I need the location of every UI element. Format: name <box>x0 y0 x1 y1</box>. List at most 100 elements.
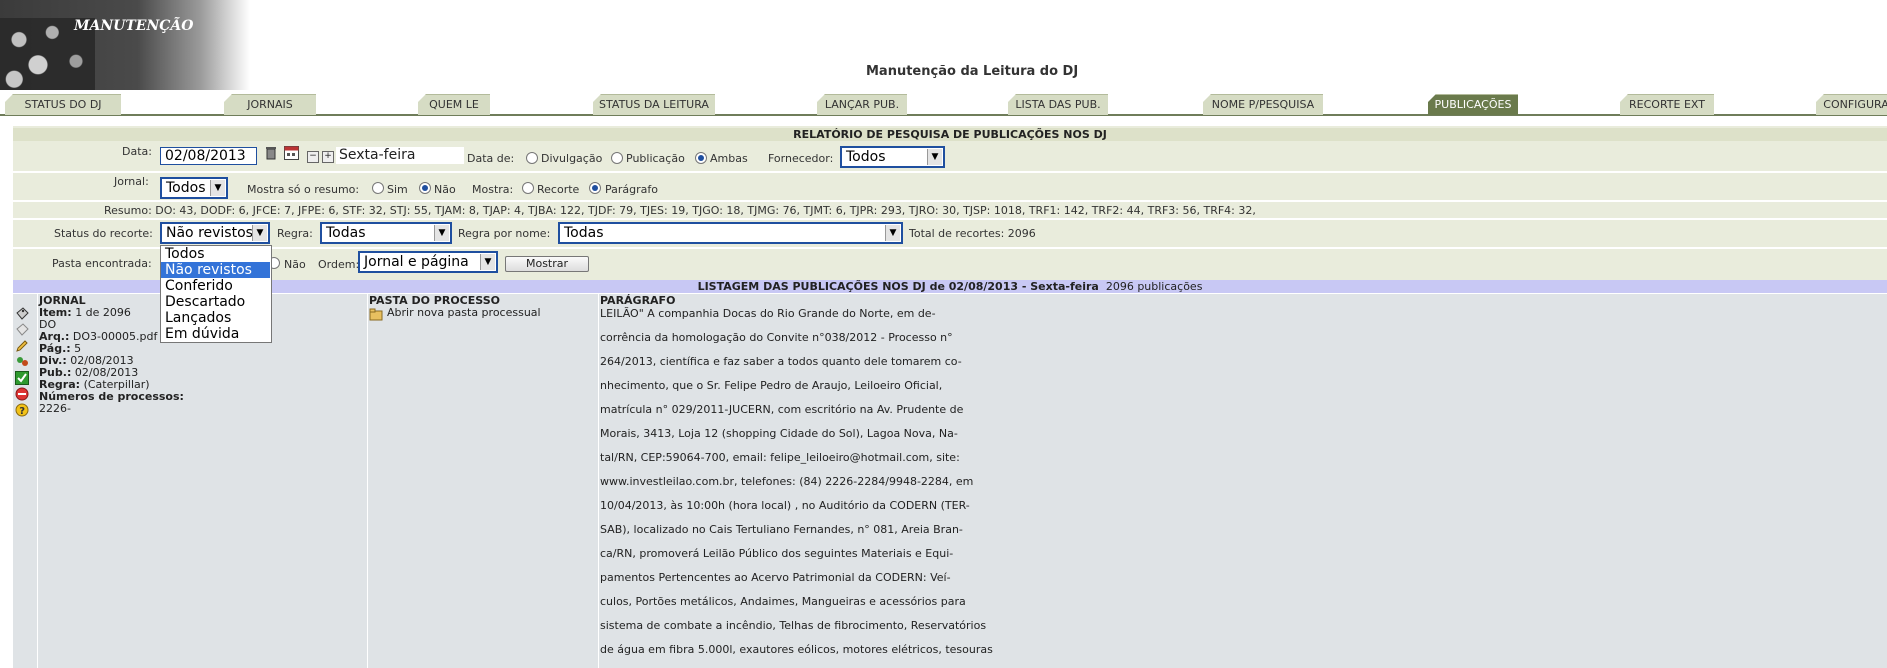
paragraph-line: culos, Portões metálicos, Andaimes, Mang… <box>600 595 966 608</box>
page-title: Manutenção da Leitura do DJ <box>866 64 1079 79</box>
radio-resumo-nao[interactable] <box>419 181 431 194</box>
column-divider <box>367 294 368 668</box>
paragraph-line: nhecimento, que o Sr. Felipe Pedro de Ar… <box>600 379 943 392</box>
dropdown-option-nao-revistos[interactable]: Não revistos <box>161 262 270 278</box>
paragraph-line: matrícula n° 029/2011-JUCERN, com escrit… <box>600 403 964 416</box>
status-recorte-select-value: Não revistos <box>166 225 253 241</box>
tab-jornais[interactable]: JORNAIS <box>224 94 316 115</box>
regra-nome-label: Regra por nome: <box>458 227 551 240</box>
arq-value[interactable]: DO3-00005.pdf <box>73 330 157 343</box>
ordem-select-value: Jornal e página <box>364 254 469 270</box>
listing-count: 2096 publicações <box>1105 280 1203 293</box>
fornecedor-select[interactable]: Todos ▼ <box>840 146 945 168</box>
regra-label: Regra: <box>277 227 313 240</box>
date-input[interactable]: 02/08/2013 <box>160 147 257 165</box>
radio-resumo-sim[interactable] <box>372 181 384 194</box>
paragraph-line: pamentos Pertencentes ao Acervo Patrimon… <box>600 571 951 584</box>
paragraph-line: de água em fibra 5.000l, exautores eólic… <box>600 643 993 656</box>
radio-paragrafo-label: Parágrafo <box>605 183 658 196</box>
chevron-down-icon: ▼ <box>252 225 267 241</box>
radio-divulgacao-label: Divulgação <box>541 152 603 165</box>
tab-lancar-pub[interactable]: LANÇAR PUB. <box>817 94 907 115</box>
mostrar-button[interactable]: Mostrar <box>505 256 589 272</box>
pencil-icon[interactable] <box>15 339 29 353</box>
report-title: RELATÓRIO DE PESQUISA DE PUBLICAÇÕES NOS… <box>13 128 1887 141</box>
radio-divulgacao[interactable] <box>526 151 538 164</box>
listing-title-bar: LISTAGEM DAS PUBLICAÇÕES NOS DJ de 02/08… <box>13 280 1887 293</box>
delete-icon[interactable] <box>15 387 29 401</box>
radio-recorte[interactable] <box>522 181 534 194</box>
paragraph-line: Morais, 3413, Loja 12 (shopping Cidade d… <box>600 427 958 440</box>
radio-paragrafo[interactable] <box>589 181 601 194</box>
chevron-down-icon: ▼ <box>480 254 495 270</box>
users-icon[interactable] <box>15 355 29 369</box>
tab-quem-le[interactable]: QUEM LE <box>418 94 490 115</box>
radio-resumo-nao-circle[interactable] <box>419 182 431 194</box>
tab-recorte-ext[interactable]: RECORTE EXT <box>1620 94 1714 115</box>
radio-ambas-label: Ambas <box>710 152 748 165</box>
dropdown-option-conferido[interactable]: Conferido <box>161 278 270 294</box>
resumo-summary: Resumo: DO: 43, DODF: 6, JFCE: 7, JFPE: … <box>104 204 1256 217</box>
status-recorte-label: Status do recorte: <box>54 227 153 240</box>
dropdown-option-lancados[interactable]: Lançados <box>161 310 270 326</box>
weekday-display: Sexta-feira <box>336 147 464 164</box>
paragraph-line: 10/04/2013, às 10:00h (hora local) , no … <box>600 499 970 512</box>
radio-resumo-sim-label: Sim <box>387 183 408 196</box>
numeros-processos-value: 2226- <box>39 402 71 415</box>
trash-icon[interactable] <box>265 146 277 160</box>
column-divider <box>598 294 599 668</box>
regra-select-value: Todas <box>326 225 366 241</box>
divider <box>13 171 1887 173</box>
regra-select[interactable]: Todas ▼ <box>320 222 452 244</box>
tab-lista-das-pub[interactable]: LISTA DAS PUB. <box>1008 94 1108 115</box>
ordem-label: Ordem: <box>318 258 360 271</box>
tab-status-da-leitura[interactable]: STATUS DA LEITURA <box>593 94 715 115</box>
pasta-encontrada-label: Pasta encontrada: <box>52 257 152 270</box>
tab-bar: STATUS DO DJ JORNAIS QUEM LE STATUS DA L… <box>0 94 1887 116</box>
calendar-icon[interactable] <box>284 146 299 160</box>
radio-paragrafo-circle[interactable] <box>589 182 601 194</box>
chevron-down-icon: ▼ <box>927 149 942 165</box>
tab-nome-pesquisa[interactable]: NOME P/PESQUISA <box>1203 94 1323 115</box>
radio-ambas-circle[interactable] <box>695 152 707 164</box>
dropdown-option-todos[interactable]: Todos <box>161 246 270 262</box>
dropdown-option-em-duvida[interactable]: Em dúvida <box>161 326 270 342</box>
column-divider <box>37 294 38 668</box>
date-plus-button[interactable]: + <box>322 151 334 163</box>
tab-status-do-dj[interactable]: STATUS DO DJ <box>5 94 121 115</box>
tab-configura[interactable]: CONFIGURA <box>1816 94 1887 115</box>
paragraph-line: ca/RN, promoverá Leilão Público dos segu… <box>600 547 954 560</box>
check-icon[interactable] <box>15 371 29 385</box>
status-recorte-select[interactable]: Não revistos ▼ <box>160 222 270 244</box>
jornal-select[interactable]: Todos ▼ <box>160 177 228 199</box>
tag-gray-icon[interactable] <box>15 323 29 337</box>
dropdown-option-descartado[interactable]: Descartado <box>161 294 270 310</box>
status-recorte-dropdown: Todos Não revistos Conferido Descartado … <box>160 245 272 343</box>
tag-icon[interactable] <box>15 307 29 321</box>
regra-nome-select[interactable]: Todas ▼ <box>558 222 903 244</box>
chevron-down-icon: ▼ <box>210 180 225 196</box>
paragraph-line: LEILÃO" A companhia Docas do Rio Grande … <box>600 307 936 320</box>
radio-divulgacao-circle[interactable] <box>526 152 538 164</box>
radio-recorte-label: Recorte <box>537 183 580 196</box>
data-label: Data: <box>122 145 152 158</box>
svg-text:?: ? <box>19 406 25 417</box>
folder-icon[interactable] <box>369 307 383 321</box>
tab-publicacoes[interactable]: PUBLICAÇÕES <box>1428 94 1518 115</box>
item-value: 1 de 2096 <box>75 306 131 319</box>
radio-publicacao-circle[interactable] <box>611 152 623 164</box>
radio-pasta-nao-label: Não <box>284 258 306 271</box>
question-icon[interactable]: ? <box>15 403 29 417</box>
mostra-label: Mostra: <box>472 183 514 196</box>
paragraph-text: LEILÃO" A companhia Docas do Rio Grande … <box>600 302 1100 662</box>
radio-publicacao[interactable] <box>611 151 623 164</box>
radio-recorte-circle[interactable] <box>522 182 534 194</box>
radio-ambas[interactable] <box>695 151 707 164</box>
date-minus-button[interactable]: − <box>307 151 319 163</box>
divider <box>13 218 1887 220</box>
paragraph-line: SAB), localizado no Cais Tertuliano Fern… <box>600 523 963 536</box>
abrir-pasta-link[interactable]: Abrir nova pasta processual <box>387 307 541 319</box>
paragraph-line: tal/RN, CEP:59064-700, email: felipe_lei… <box>600 451 960 464</box>
radio-resumo-sim-circle[interactable] <box>372 182 384 194</box>
ordem-select[interactable]: Jornal e página ▼ <box>358 251 498 273</box>
